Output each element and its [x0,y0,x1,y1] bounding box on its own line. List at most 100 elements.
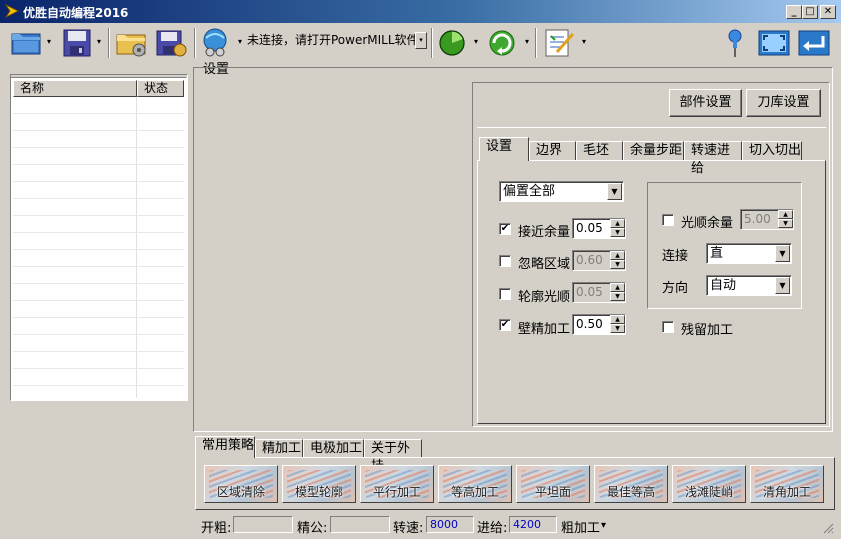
connect-select[interactable]: 直 ▼ [706,243,792,264]
approach-allowance-checkbox[interactable]: ✔ [499,223,511,235]
smooth-allowance-input[interactable]: 5.00 ▲ ▼ [740,209,794,230]
machining-mode-dropdown-arrow[interactable]: ▾ [601,520,606,531]
part-settings-button[interactable]: 部件设置 [669,89,742,117]
open-file-button[interactable] [8,26,46,60]
list-item[interactable] [13,369,184,386]
connect-select-arrow[interactable]: ▼ [775,245,790,262]
list-item[interactable] [13,335,184,352]
refresh-dropdown-arrow[interactable]: ▾ [523,38,531,46]
smooth-allowance-checkbox[interactable] [662,214,674,226]
list-item[interactable] [13,250,184,267]
resize-grip-icon[interactable] [822,522,834,534]
tolerance-value-field[interactable] [330,516,390,533]
fullscreen-button[interactable] [755,26,793,60]
strategy-flat-face-button[interactable]: 平坦面 [516,465,590,503]
toolbar-separator [108,28,110,58]
tab-electrode-machining[interactable]: 电极加工 [303,439,364,458]
rough-value-field[interactable] [233,516,293,533]
speed-value-field[interactable]: 8000 [426,516,474,533]
spin-up-button[interactable]: ▲ [610,251,625,260]
spin-up-button[interactable]: ▲ [778,210,793,219]
tab-about-plugin[interactable]: 关于外挂 [364,439,422,474]
offset-select-arrow[interactable]: ▼ [607,183,622,200]
tab-lead-in-out[interactable]: 切入切出 [742,141,802,161]
pin-button[interactable] [715,26,753,60]
list-item[interactable] [13,233,184,250]
list-item[interactable] [13,216,184,233]
open-project-button[interactable] [113,26,151,60]
list-item[interactable] [13,318,184,335]
residual-machining-checkbox[interactable] [662,321,674,333]
list-item[interactable] [13,284,184,301]
refresh-button[interactable] [484,26,522,60]
contour-smooth-label: 轮廓光顺 [518,290,571,305]
spin-down-button[interactable]: ▼ [610,260,625,269]
list-item[interactable] [13,97,184,114]
title-bar[interactable]: 优胜自动编程2016 _ □ ✕ [0,0,841,23]
connection-status-combo[interactable]: 未连接，请打开PowerMILL软件 ▾ [247,31,427,50]
strategy-model-profile-button[interactable]: 模型轮廓 [282,465,356,503]
list-item[interactable] [13,267,184,284]
edit-document-dropdown-arrow[interactable]: ▾ [580,38,588,46]
strategy-parallel-button[interactable]: 平行加工 [360,465,434,503]
wall-finish-input[interactable]: 0.50 ▲ ▼ [572,314,626,335]
list-item[interactable] [13,182,184,199]
tab-boundary[interactable]: 边界 [529,141,576,161]
maximize-button[interactable]: □ [802,5,818,19]
save-dropdown-arrow[interactable]: ▾ [95,38,103,46]
settings-dropdown-arrow[interactable]: ▾ [236,38,244,46]
open-file-dropdown-arrow[interactable]: ▾ [45,38,53,46]
list-item[interactable] [13,165,184,182]
edit-document-button[interactable] [541,26,579,60]
minimize-button[interactable]: _ [786,5,802,19]
spin-up-button[interactable]: ▲ [610,219,625,228]
direction-select[interactable]: 自动 ▼ [706,275,792,296]
calculate-dropdown-arrow[interactable]: ▾ [472,38,480,46]
list-item[interactable] [13,199,184,216]
spin-down-button[interactable]: ▼ [610,228,625,237]
strategy-area-clearance-button[interactable]: 区域清除 [204,465,278,503]
feed-value-field[interactable]: 4200 [509,516,557,533]
list-item[interactable] [13,131,184,148]
calculate-button[interactable] [435,26,473,60]
connection-status-dropdown-arrow[interactable]: ▾ [415,32,427,49]
tab-finishing[interactable]: 精加工 [255,439,303,458]
contour-smooth-checkbox[interactable] [499,288,511,300]
list-item[interactable] [13,301,184,318]
strategy-steep-shallow-button[interactable]: 浅滩陡峭 [672,465,746,503]
task-list[interactable]: 名称 状态 [10,77,187,401]
approach-allowance-input[interactable]: 0.05 ▲ ▼ [572,218,626,239]
machining-mode-label[interactable]: 粗加工 [561,517,600,536]
feed-label: 进给: [477,521,508,536]
ignore-region-checkbox[interactable] [499,255,511,267]
column-header-status[interactable]: 状态 [137,80,184,97]
wall-finish-checkbox[interactable]: ✔ [499,319,511,331]
list-item[interactable] [13,148,184,165]
spin-up-button[interactable]: ▲ [610,315,625,324]
spin-up-button[interactable]: ▲ [610,283,625,292]
tab-allowance-stepover[interactable]: 余量步距 [623,141,684,161]
strategy-constant-z-button[interactable]: 等高加工 [438,465,512,503]
close-button[interactable]: ✕ [820,5,836,19]
save-button[interactable] [58,26,96,60]
tool-library-settings-button[interactable]: 刀库设置 [746,89,821,117]
back-button[interactable] [795,26,833,60]
tab-common-strategy[interactable]: 常用策略 [195,436,255,458]
list-item[interactable] [13,352,184,369]
spin-down-button[interactable]: ▼ [610,324,625,333]
ignore-region-input[interactable]: 0.60 ▲ ▼ [572,250,626,271]
spin-down-button[interactable]: ▼ [778,219,793,228]
list-item[interactable] [13,114,184,131]
contour-smooth-input[interactable]: 0.05 ▲ ▼ [572,282,626,303]
spin-down-button[interactable]: ▼ [610,292,625,301]
strategy-optimized-z-button[interactable]: 最佳等高 [594,465,668,503]
column-header-name[interactable]: 名称 [13,80,137,97]
offset-select[interactable]: 偏置全部 ▼ [499,181,624,202]
tab-settings[interactable]: 设置 [479,137,529,161]
tab-stock[interactable]: 毛坯 [576,141,623,161]
settings-button[interactable] [198,26,236,60]
strategy-corner-clearance-button[interactable]: 清角加工 [750,465,824,503]
direction-select-arrow[interactable]: ▼ [775,277,790,294]
tab-speed-feed[interactable]: 转速进给 [684,141,742,176]
save-project-button[interactable] [152,26,190,60]
